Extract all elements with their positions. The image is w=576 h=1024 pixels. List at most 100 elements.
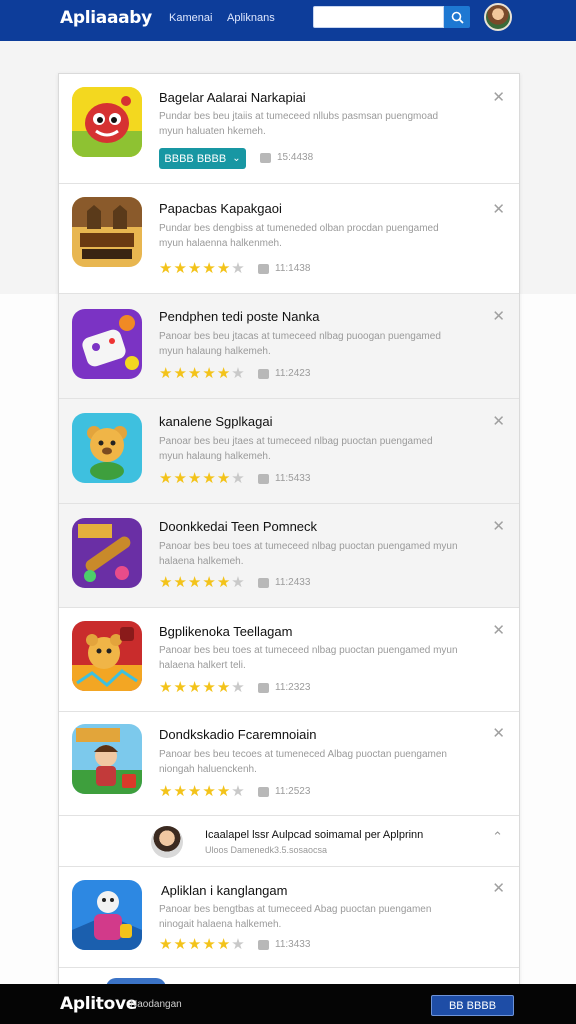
- app-list-item[interactable]: Papacbas Kapakgaoi Pundar bes dengbiss a…: [59, 184, 519, 294]
- star-icon: ★: [216, 936, 231, 953]
- star-icon: ★: [159, 470, 173, 487]
- install-button[interactable]: BBBB BBBB ⌄: [159, 148, 246, 169]
- app-title[interactable]: Doonkkedai Teen Pomneck: [159, 519, 317, 534]
- rating-stars: ★ ★ ★ ★ ★ ★: [159, 366, 245, 381]
- close-icon[interactable]: ✕: [492, 414, 505, 429]
- app-meta: 11:2433: [258, 577, 310, 588]
- app-list-item[interactable]: Apliklan i kanglangam Panoar bes bengtba…: [59, 867, 519, 968]
- close-icon[interactable]: ✕: [492, 309, 505, 324]
- star-icon: ★: [159, 679, 173, 696]
- star-icon: ★: [187, 470, 202, 487]
- app-meta: 11:1438: [258, 263, 310, 274]
- close-icon[interactable]: ✕: [492, 519, 505, 534]
- app-description: Pundar bes dengbiss at tumeneded olban p…: [159, 223, 439, 249]
- install-button-label: BBBB BBBB: [164, 152, 227, 165]
- app-title[interactable]: Bagelar Aalarai Narkapiai: [159, 90, 306, 105]
- app-meta: 11:3433: [258, 939, 310, 950]
- star-empty-icon: ★: [231, 365, 245, 382]
- star-empty-icon: ★: [231, 470, 245, 487]
- app-list-item[interactable]: Bagelar Aalarai Narkapiai Pundar bes beu…: [59, 74, 519, 184]
- search-icon: [451, 11, 464, 24]
- app-description: Panoar bes beu toes at tumeceed nlbag pu…: [159, 541, 458, 567]
- star-empty-icon: ★: [231, 679, 245, 696]
- footer-logo[interactable]: Aplitove: [60, 994, 137, 1014]
- star-icon: ★: [187, 365, 202, 382]
- app-meta-value: 11:5433: [275, 473, 311, 484]
- download-icon: [258, 263, 269, 274]
- app-meta: 15:4438: [260, 152, 313, 163]
- star-icon: ★: [173, 365, 187, 382]
- nav-link-1[interactable]: Kamenai: [169, 12, 212, 24]
- sponsored-row[interactable]: Icaalapel lssr Aulpcad soimamal per Aplp…: [59, 816, 519, 867]
- app-list-item[interactable]: Dondkskadio Fcaremnoiain Panoar bes beu …: [59, 712, 519, 816]
- download-icon: [258, 682, 269, 693]
- footer-bar: Aplitove Naodangan BB BBBB: [0, 984, 576, 1024]
- close-icon[interactable]: ✕: [492, 881, 505, 896]
- rating-stars: ★ ★ ★ ★ ★ ★: [159, 784, 245, 799]
- rating-stars: ★ ★ ★ ★ ★ ★: [159, 575, 245, 590]
- star-icon: ★: [173, 679, 187, 696]
- app-description: Panoar bes beu toes at tumeceed nlbag pu…: [159, 645, 458, 671]
- candy-cannon-icon: [72, 518, 142, 588]
- close-icon[interactable]: ✕: [492, 90, 505, 105]
- app-list: Bagelar Aalarai Narkapiai Pundar bes beu…: [58, 73, 520, 988]
- star-icon: ★: [173, 783, 187, 800]
- star-icon: ★: [159, 365, 173, 382]
- download-icon: [258, 939, 269, 950]
- app-meta-value: 11:2523: [275, 786, 311, 797]
- snowman-character-icon: [72, 880, 142, 950]
- app-list-item[interactable]: Bgplikenoka Teellagam Panoar bes beu toe…: [59, 608, 519, 712]
- star-icon: ★: [159, 574, 173, 591]
- sponsored-title[interactable]: Icaalapel lssr Aulpcad soimamal per Aplp…: [205, 829, 423, 841]
- app-title[interactable]: Bgplikenoka Teellagam: [159, 624, 292, 639]
- app-title[interactable]: kanalene Sgplkagai: [159, 414, 272, 429]
- close-icon[interactable]: ✕: [492, 623, 505, 638]
- app-title[interactable]: Dondkskadio Fcaremnoiain: [159, 727, 317, 742]
- nav-link-2[interactable]: Apliknans: [227, 12, 275, 24]
- app-list-item[interactable]: kanalene Sgplkagai Panoar bes beu jtaes …: [59, 399, 519, 504]
- app-meta: 11:2523: [258, 786, 310, 797]
- star-icon: ★: [173, 260, 187, 277]
- chevron-down-icon: ⌄: [232, 153, 241, 164]
- search-input[interactable]: [313, 6, 444, 28]
- app-list-item[interactable]: Doonkkedai Teen Pomneck Panoar bes beu t…: [59, 504, 519, 608]
- user-avatar[interactable]: [484, 3, 512, 31]
- app-title[interactable]: Apliklan i kanglangam: [161, 883, 287, 898]
- star-icon: ★: [216, 783, 231, 800]
- rating-stars: ★ ★ ★ ★ ★ ★: [159, 937, 245, 952]
- user-avatar: [151, 826, 183, 858]
- search-button[interactable]: [444, 6, 470, 28]
- star-empty-icon: ★: [231, 936, 245, 953]
- castle-game-icon: [72, 197, 142, 267]
- star-icon: ★: [187, 936, 202, 953]
- chevron-up-icon[interactable]: ⌃: [492, 829, 503, 845]
- rating-stars: ★ ★ ★ ★ ★ ★: [159, 680, 245, 695]
- gamepad-icon: [72, 309, 142, 379]
- star-icon: ★: [159, 936, 173, 953]
- app-description: Panoar bes beu jtaes at tumeceed nlbag p…: [159, 436, 433, 462]
- app-description: Pundar bes beu jtaiis at tumeceed nllubs…: [159, 111, 439, 137]
- star-icon: ★: [216, 365, 231, 382]
- teddy-bear-icon: [72, 413, 142, 483]
- star-icon: ★: [202, 936, 216, 953]
- close-icon[interactable]: ✕: [492, 726, 505, 741]
- app-meta: 11:2423: [258, 368, 310, 379]
- app-description: Panoar bes bengtbas at tumeceed Abag puo…: [159, 904, 432, 930]
- star-icon: ★: [173, 574, 187, 591]
- download-icon: [258, 786, 269, 797]
- app-title[interactable]: Papacbas Kapakgaoi: [159, 201, 282, 216]
- app-logo[interactable]: Apliaaaby: [60, 8, 152, 28]
- app-list-item[interactable]: Pendphen tedi poste Nanka Panoar bes beu…: [59, 294, 519, 399]
- star-icon: ★: [216, 470, 231, 487]
- star-empty-icon: ★: [231, 574, 245, 591]
- footer-button[interactable]: BB BBBB: [431, 995, 514, 1016]
- star-icon: ★: [173, 936, 187, 953]
- rating-stars: ★ ★ ★ ★ ★ ★: [159, 471, 245, 486]
- star-icon: ★: [187, 260, 202, 277]
- download-icon: [258, 577, 269, 588]
- star-icon: ★: [159, 783, 173, 800]
- star-icon: ★: [187, 574, 202, 591]
- download-icon: [258, 473, 269, 484]
- close-icon[interactable]: ✕: [492, 202, 505, 217]
- app-title[interactable]: Pendphen tedi poste Nanka: [159, 309, 319, 324]
